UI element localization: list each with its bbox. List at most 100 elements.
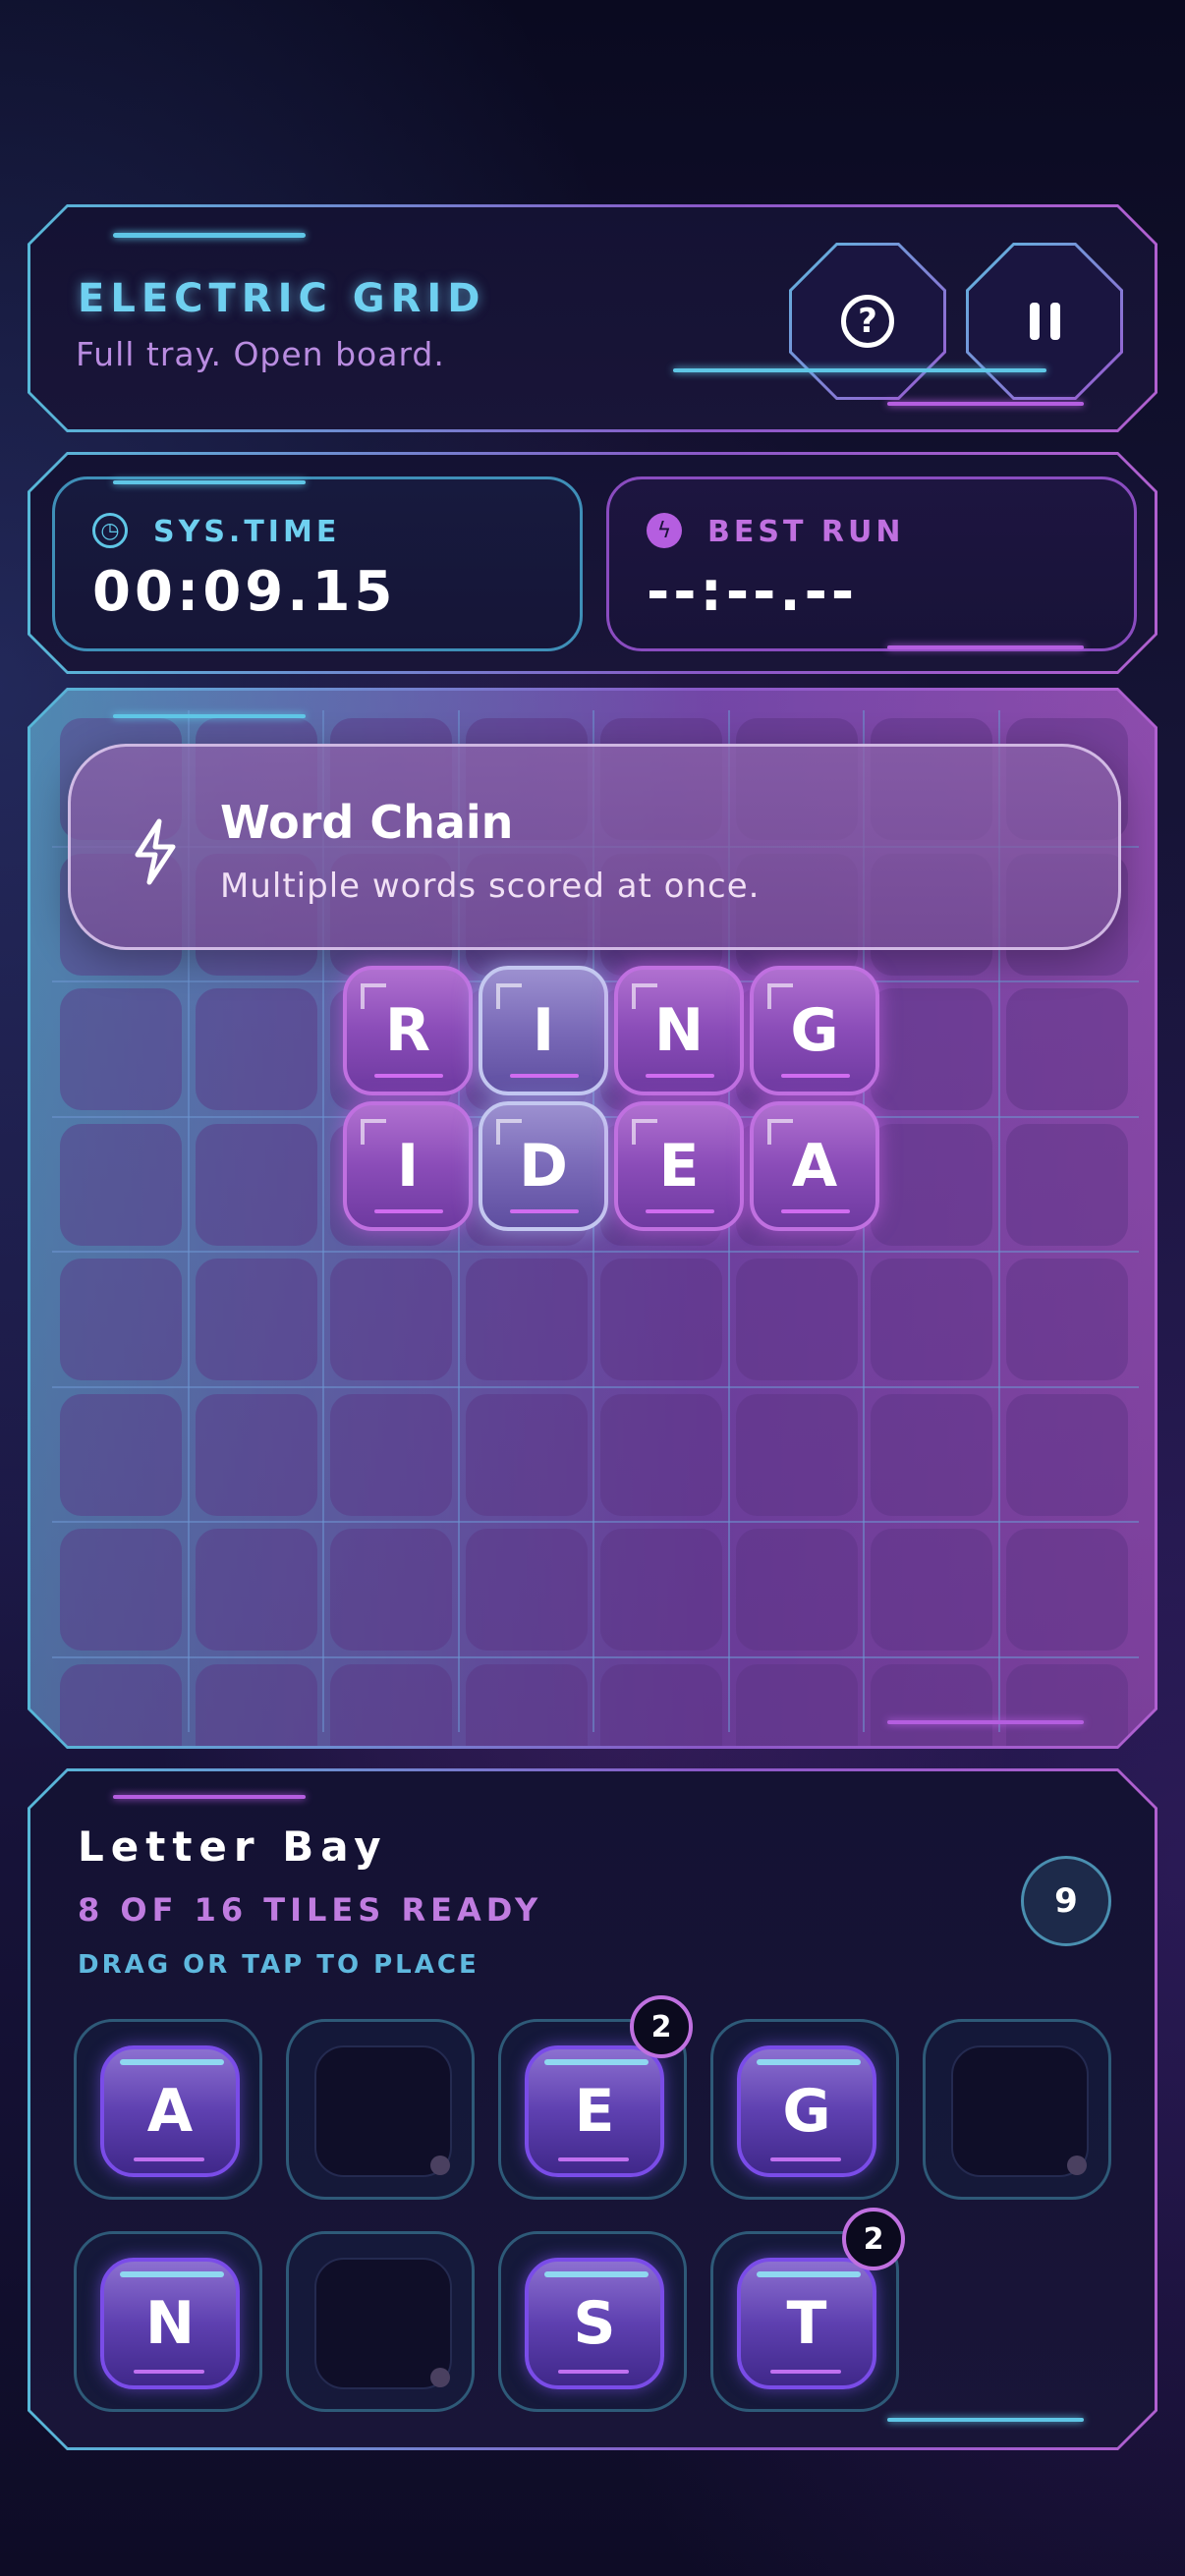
accent-line (887, 402, 1084, 406)
grid-cell (60, 1394, 182, 1516)
grid-cell (736, 1394, 858, 1516)
empty-slot (314, 2258, 452, 2389)
toast-subtitle: Multiple words scored at once. (220, 867, 761, 906)
grid-cell (196, 1259, 317, 1380)
tray-slot[interactable] (286, 2231, 475, 2412)
pause-icon (1030, 303, 1060, 340)
grid-cell (736, 1529, 858, 1651)
board-tile[interactable]: D (479, 1101, 608, 1231)
board-tile[interactable]: E (614, 1101, 744, 1231)
grid-cell (871, 1394, 992, 1516)
slot-indicator-dot (1067, 2156, 1087, 2175)
grid-cell (871, 1259, 992, 1380)
board-tile[interactable]: R (343, 966, 473, 1095)
grid-line (52, 1251, 1139, 1253)
grid-cell (60, 988, 182, 1110)
grid-cell (60, 1529, 182, 1651)
board-tile[interactable]: I (343, 1101, 473, 1231)
grid-cell (466, 1529, 588, 1651)
grid-line (52, 1656, 1139, 1658)
grid-cell (871, 988, 992, 1110)
grid-cell (1006, 1259, 1128, 1380)
grid-cell (196, 1529, 317, 1651)
grid-line (52, 1386, 1139, 1388)
lightning-icon (126, 817, 185, 886)
letter-tile[interactable]: N (100, 2258, 240, 2389)
grid-cell (330, 1529, 452, 1651)
grid-cell (871, 1124, 992, 1246)
tray-slot[interactable]: S (498, 2231, 687, 2412)
tray-slot[interactable] (286, 2019, 475, 2200)
accent-line (887, 645, 1084, 649)
time-label: SYS.TIME (153, 515, 341, 549)
letter-tile[interactable]: E (525, 2045, 664, 2177)
board-tile[interactable]: I (479, 966, 608, 1095)
timer-icon: ◷ (92, 513, 128, 548)
grid-cell (330, 1259, 452, 1380)
grid-cell (330, 1394, 452, 1516)
word-chain-toast: Word Chain Multiple words scored at once… (68, 744, 1121, 950)
grid-cell (60, 1259, 182, 1380)
header-panel: ELECTRIC GRID Full tray. Open board. ? (28, 204, 1157, 432)
grid-cell (466, 1394, 588, 1516)
time-card: ◷ SYS.TIME 00:09.15 (52, 476, 583, 651)
accent-line (887, 2418, 1084, 2422)
letter-tile[interactable]: S (525, 2258, 664, 2389)
board-tile[interactable]: N (614, 966, 744, 1095)
grid-cell (60, 1124, 182, 1246)
grid-line (52, 1521, 1139, 1523)
grid-cell (1006, 988, 1128, 1110)
toast-title: Word Chain (220, 796, 514, 849)
app-subtitle: Full tray. Open board. (76, 335, 445, 373)
tray-slot[interactable] (923, 2019, 1111, 2200)
letter-tile[interactable]: T (737, 2258, 876, 2389)
bolt-icon: ϟ (647, 513, 682, 548)
grid-cell (736, 1259, 858, 1380)
grid-cell (196, 1124, 317, 1246)
grid-cell (871, 1529, 992, 1651)
board-panel: Word Chain Multiple words scored at once… (28, 688, 1157, 1749)
tile-count-badge: 2 (842, 2208, 905, 2270)
grid-cell (600, 1259, 722, 1380)
accent-line (673, 368, 1046, 372)
grid-cell (1006, 1529, 1128, 1651)
best-run-value: --:--.-- (647, 560, 859, 624)
app-title: ELECTRIC GRID (78, 276, 486, 321)
tiles-ready-text: 8 OF 16 TILES READY (78, 1891, 543, 1929)
tile-count-badge: 2 (630, 1995, 693, 2058)
accent-line (113, 1795, 306, 1799)
board-tile[interactable]: G (750, 966, 879, 1095)
best-run-card: ϟ BEST RUN --:--.-- (606, 476, 1137, 651)
grid-cell (1006, 1394, 1128, 1516)
grid-cell (466, 1259, 588, 1380)
best-run-label: BEST RUN (707, 515, 905, 549)
letter-tile[interactable]: G (737, 2045, 876, 2177)
pause-button[interactable] (966, 243, 1123, 400)
tray-slot[interactable]: G (710, 2019, 899, 2200)
accent-line (113, 480, 306, 484)
slot-indicator-dot (430, 2156, 450, 2175)
grid-cell (196, 988, 317, 1110)
grid-cell (1006, 1124, 1128, 1246)
stats-panel: ◷ SYS.TIME 00:09.15 ϟ BEST RUN --:--.-- (28, 452, 1157, 674)
grid-cell (600, 1529, 722, 1651)
empty-slot (951, 2045, 1089, 2177)
tray-slot[interactable]: N (74, 2231, 262, 2412)
grid-cell (600, 1394, 722, 1516)
time-value: 00:09.15 (92, 560, 397, 624)
remaining-count-badge: 9 (1021, 1856, 1111, 1946)
help-button[interactable]: ? (789, 243, 946, 400)
empty-slot (314, 2045, 452, 2177)
accent-line (113, 233, 306, 238)
letter-bay-title: Letter Bay (78, 1822, 388, 1871)
drag-hint: DRAG OR TAP TO PLACE (78, 1950, 480, 1980)
accent-line (113, 714, 306, 718)
help-icon: ? (841, 295, 894, 348)
accent-line (887, 1720, 1084, 1724)
board-tile[interactable]: A (750, 1101, 879, 1231)
slot-indicator-dot (430, 2368, 450, 2387)
grid-cell (196, 1394, 317, 1516)
letter-bay-panel: Letter Bay 8 OF 16 TILES READY DRAG OR T… (28, 1768, 1157, 2450)
letter-tile[interactable]: A (100, 2045, 240, 2177)
tray-slot[interactable]: A (74, 2019, 262, 2200)
